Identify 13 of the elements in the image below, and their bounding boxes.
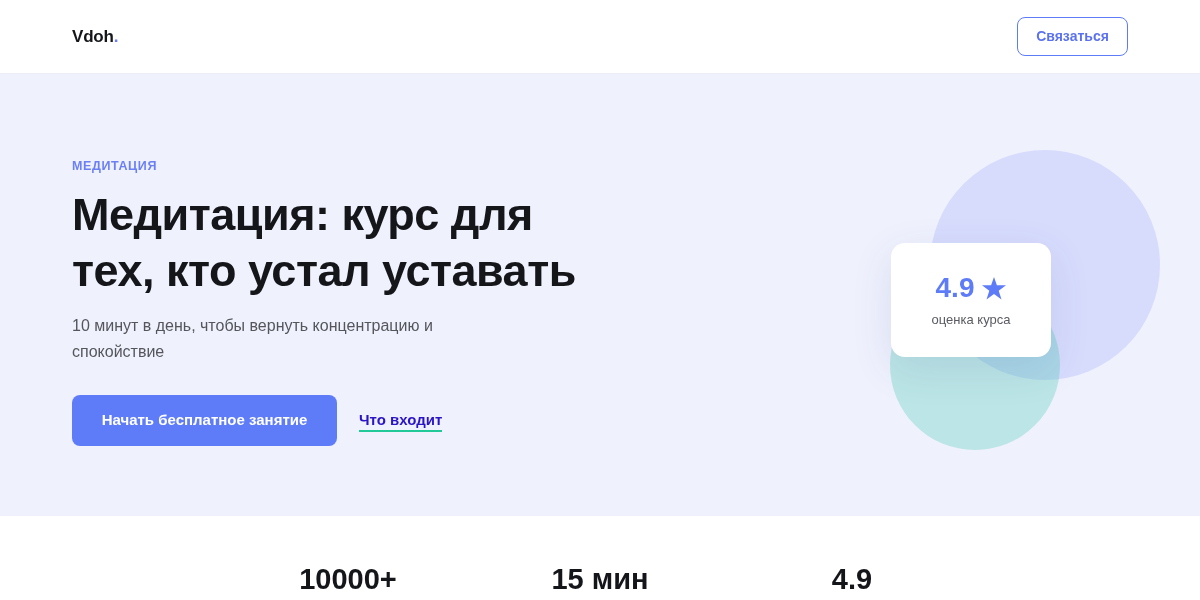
stat-value: 4.9	[831, 562, 873, 596]
star-icon	[982, 276, 1007, 300]
rating-value: 4.9	[935, 272, 975, 304]
contact-button[interactable]: Связаться	[1017, 17, 1128, 56]
hero-title: Медитация: курс для тех, кто устал уставать	[72, 188, 577, 298]
hero-subtitle: 10 минут в день, чтобы вернуть концентрацию и спокойствие	[72, 316, 434, 362]
logo[interactable]: Vdoh.	[72, 23, 119, 50]
rating-label: оценка курса	[931, 312, 1011, 328]
what-included-link[interactable]: Что входит	[359, 409, 443, 432]
stat-value: 15 мин	[551, 562, 649, 596]
stat-value: 10000+	[299, 562, 397, 596]
start-button[interactable]: Начать бесплатное занятие	[72, 395, 337, 446]
eyebrow-label: МЕДИТАЦИЯ	[72, 158, 157, 174]
